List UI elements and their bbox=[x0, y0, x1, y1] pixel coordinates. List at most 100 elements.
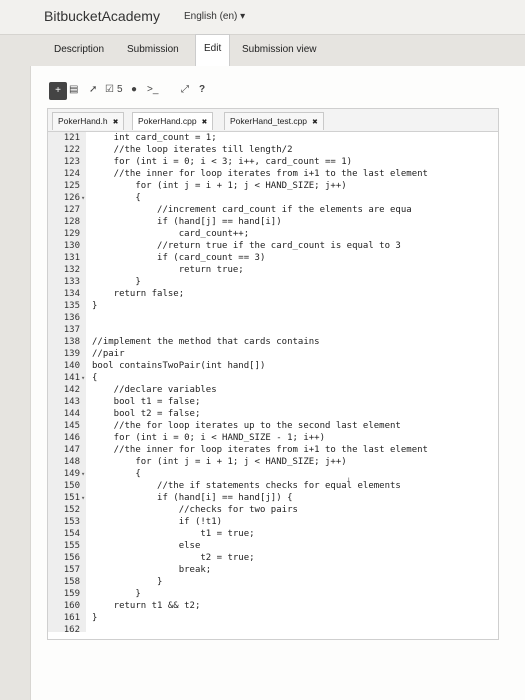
code-text: break; bbox=[92, 565, 212, 575]
tab-edit[interactable]: Edit bbox=[195, 34, 231, 66]
error-count: 5 bbox=[117, 84, 123, 95]
file-tab-label: PokerHand_test.cpp bbox=[230, 116, 308, 126]
code-line[interactable]: 138 //implement the method that cards con… bbox=[48, 336, 498, 348]
line-number: 156 bbox=[63, 553, 80, 563]
line-number: 161 bbox=[63, 613, 80, 623]
tab-description[interactable]: Description bbox=[46, 36, 112, 64]
code-line[interactable]: 123 for (int i = 0; i < 3; i++, card_cou… bbox=[48, 156, 498, 168]
code-line[interactable]: 122 //the loop iterates till length/2 bbox=[48, 144, 498, 156]
code-line[interactable]: 121 int card_count = 1; bbox=[48, 132, 498, 144]
code-text: //pair bbox=[92, 349, 125, 359]
code-text: if (hand[j] == hand[i]) bbox=[92, 217, 282, 227]
code-text: bool t2 = false; bbox=[92, 409, 201, 419]
code-line[interactable]: 142 //declare variables bbox=[48, 384, 498, 396]
code-line[interactable]: 128 if (hand[j] == hand[i]) bbox=[48, 216, 498, 228]
code-line[interactable]: 148 for (int j = i + 1; j < HAND_SIZE; j… bbox=[48, 456, 498, 468]
code-line[interactable]: 137 bbox=[48, 324, 498, 336]
code-line[interactable]: 136 bbox=[48, 312, 498, 324]
code-text: //the inner for loop iterates from i+1 t… bbox=[92, 445, 428, 455]
close-icon[interactable]: ✖ bbox=[111, 119, 119, 126]
line-number: 132 bbox=[63, 265, 80, 275]
code-line[interactable]: 124 //the inner for loop iterates from i… bbox=[48, 168, 498, 180]
code-line[interactable]: 149 ▾ { bbox=[48, 468, 498, 480]
code-line[interactable]: 150 //the if statements checks for equal… bbox=[48, 480, 498, 492]
code-text: return false; bbox=[92, 289, 185, 299]
code-line[interactable]: 156 t2 = true; bbox=[48, 552, 498, 564]
code-text: if (!t1) bbox=[92, 517, 223, 527]
code-line[interactable]: 126 ▾ { bbox=[48, 192, 498, 204]
code-editor[interactable]: PokerHand.h ✖ PokerHand.cpp ✖ PokerHand_… bbox=[47, 108, 499, 640]
expand-icon[interactable]: ⤢ bbox=[181, 82, 189, 98]
code-line[interactable]: 151 ▾ if (hand[i] == hand[j]) { bbox=[48, 492, 498, 504]
line-number: 138 bbox=[63, 337, 80, 347]
line-number: 142 bbox=[63, 385, 80, 395]
code-line[interactable]: 160 return t1 && t2; bbox=[48, 600, 498, 612]
code-line[interactable]: 129 card_count++; bbox=[48, 228, 498, 240]
comment-icon[interactable]: ● bbox=[131, 82, 137, 98]
terminal-icon[interactable]: >_ bbox=[147, 82, 158, 98]
brand-logo[interactable]: BitbucketAcademy bbox=[44, 8, 160, 24]
code-line[interactable]: 132 return true; bbox=[48, 264, 498, 276]
code-line[interactable]: 131 if (card_count == 3) bbox=[48, 252, 498, 264]
code-text: //the if statements checks for equal ele… bbox=[92, 481, 401, 491]
fold-toggle[interactable]: ▾ bbox=[81, 492, 85, 504]
code-line[interactable]: 144 bool t2 = false; bbox=[48, 408, 498, 420]
code-text: } bbox=[92, 613, 98, 623]
line-number: 162 bbox=[63, 625, 80, 635]
close-icon[interactable]: ✖ bbox=[310, 119, 318, 126]
code-text: } bbox=[92, 577, 163, 587]
language-selector[interactable]: English (en) ▾ bbox=[184, 11, 245, 22]
rocket-icon[interactable]: ➚ bbox=[89, 82, 97, 98]
code-line[interactable]: 139 //pair bbox=[48, 348, 498, 360]
code-line[interactable]: 146 for (int i = 0; i < HAND_SIZE - 1; i… bbox=[48, 432, 498, 444]
code-line[interactable]: 152 //checks for two pairs bbox=[48, 504, 498, 516]
code-line[interactable]: 130 //return true if the card_count is e… bbox=[48, 240, 498, 252]
fold-toggle[interactable]: ▾ bbox=[81, 468, 85, 480]
tab-submission[interactable]: Submission bbox=[119, 36, 187, 64]
code-text: return t1 && t2; bbox=[92, 601, 201, 611]
code-text: if (hand[i] == hand[j]) { bbox=[92, 493, 293, 503]
tab-submission-view[interactable]: Submission view bbox=[234, 36, 324, 64]
code-line[interactable]: 155 else bbox=[48, 540, 498, 552]
code-line[interactable]: 153 if (!t1) bbox=[48, 516, 498, 528]
plus-icon[interactable]: + bbox=[49, 82, 67, 100]
code-text: //checks for two pairs bbox=[92, 505, 298, 515]
code-line[interactable]: 145 //the for loop iterates up to the se… bbox=[48, 420, 498, 432]
code-area[interactable]: 121 int card_count = 1; 122 //the loop it… bbox=[48, 132, 498, 636]
code-line[interactable]: 158 } bbox=[48, 576, 498, 588]
line-number: 145 bbox=[63, 421, 80, 431]
code-line[interactable]: 135} bbox=[48, 300, 498, 312]
close-icon[interactable]: ✖ bbox=[200, 119, 208, 126]
file-tab-pokerhand-test-cpp[interactable]: PokerHand_test.cpp ✖ bbox=[224, 112, 324, 130]
code-line[interactable]: 143 bool t1 = false; bbox=[48, 396, 498, 408]
code-text: if (card_count == 3) bbox=[92, 253, 266, 263]
line-number: 135 bbox=[63, 301, 80, 311]
code-line[interactable]: 134 return false; bbox=[48, 288, 498, 300]
code-line[interactable]: 154 t1 = true; bbox=[48, 528, 498, 540]
code-line[interactable]: 140 bool containsTwoPair(int hand[]) bbox=[48, 360, 498, 372]
fold-toggle[interactable]: ▾ bbox=[81, 192, 85, 204]
line-number: 126 bbox=[63, 193, 80, 203]
editor-toolbar: + ▤ ➚ ☑ 5 ● >_ ⤢ ? bbox=[47, 80, 525, 102]
code-text: } bbox=[92, 301, 98, 311]
code-line[interactable]: 162 bbox=[48, 624, 498, 636]
code-line[interactable]: 161} bbox=[48, 612, 498, 624]
file-tab-pokerhand-h[interactable]: PokerHand.h ✖ bbox=[52, 112, 125, 130]
code-text: for (int i = 0; i < 3; i++, card_count =… bbox=[92, 157, 353, 167]
file-tab-pokerhand-cpp[interactable]: PokerHand.cpp ✖ bbox=[132, 112, 214, 130]
code-text: //return true if the card_count is equal… bbox=[92, 241, 401, 251]
code-line[interactable]: 133 } bbox=[48, 276, 498, 288]
code-line[interactable]: 159 } bbox=[48, 588, 498, 600]
save-icon[interactable]: ▤ bbox=[69, 82, 78, 98]
help-icon[interactable]: ? bbox=[199, 82, 205, 98]
checkbox-icon[interactable]: ☑ bbox=[105, 82, 114, 98]
code-line[interactable]: 147 //the inner for loop iterates from i… bbox=[48, 444, 498, 456]
code-line[interactable]: 141 ▾ { bbox=[48, 372, 498, 384]
code-line[interactable]: 157 break; bbox=[48, 564, 498, 576]
line-number: 123 bbox=[63, 157, 80, 167]
code-text: //the for loop iterates up to the second… bbox=[92, 421, 401, 431]
fold-toggle[interactable]: ▾ bbox=[81, 372, 85, 384]
code-line[interactable]: 127 //increment card_count if the elemen… bbox=[48, 204, 498, 216]
code-text: for (int j = i + 1; j < HAND_SIZE; j++) bbox=[92, 181, 347, 191]
code-line[interactable]: 125 for (int j = i + 1; j < HAND_SIZE; j… bbox=[48, 180, 498, 192]
